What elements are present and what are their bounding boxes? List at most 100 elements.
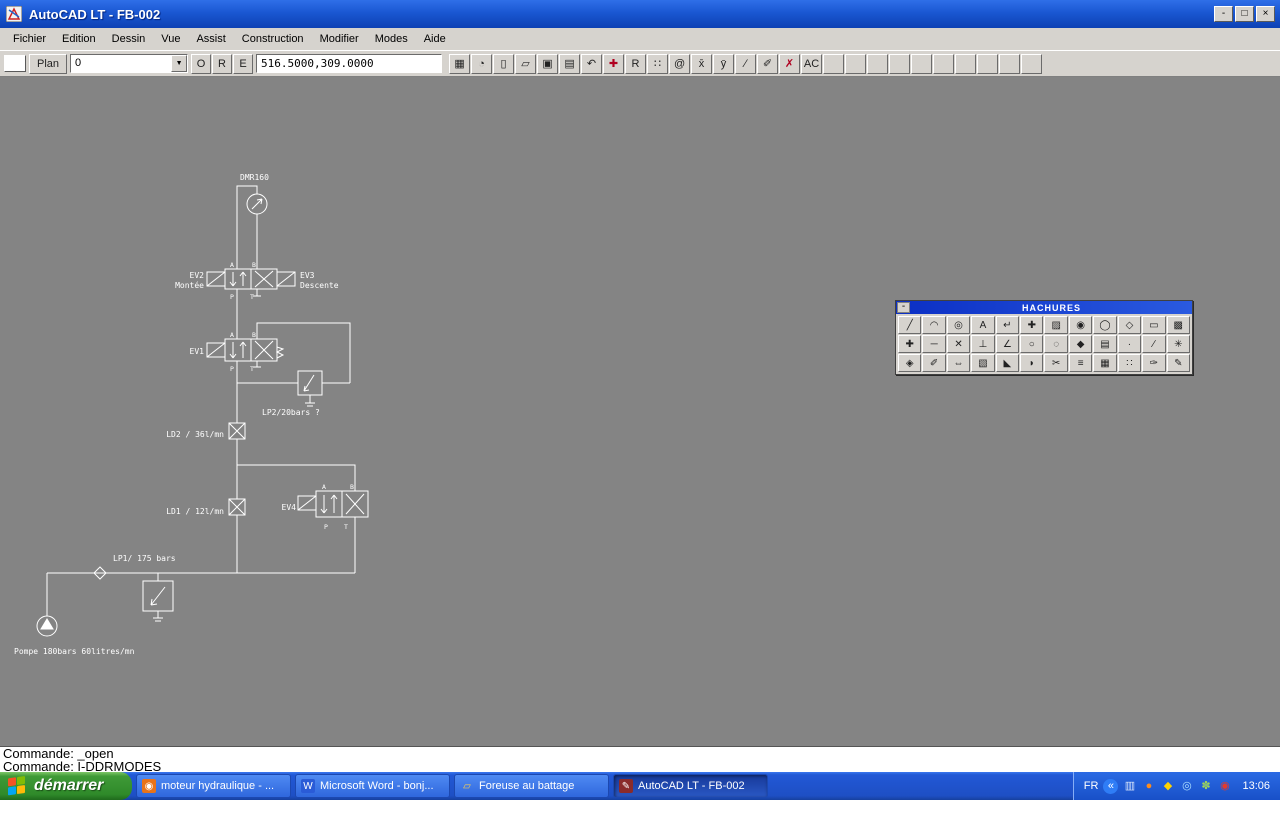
save-icon[interactable]: ▣ — [537, 53, 559, 74]
line-hatch-icon[interactable]: ╱ — [898, 316, 922, 334]
donut-icon[interactable]: ◉ — [1068, 316, 1093, 334]
update-tray-icon[interactable]: ◉ — [1217, 779, 1232, 794]
menu-item-vue[interactable]: Vue — [154, 30, 187, 48]
hachures-palette-titlebar[interactable]: - HACHURES — [896, 301, 1192, 314]
list-icon[interactable]: ≡ — [1068, 354, 1093, 372]
zoom-window-icon[interactable]: ✚ — [603, 53, 625, 74]
region-icon[interactable]: ◌ — [1044, 335, 1068, 353]
language-indicator[interactable]: FR — [1084, 780, 1099, 792]
menu-item-construction[interactable]: Construction — [235, 30, 311, 48]
redo-icon[interactable]: R — [625, 53, 647, 74]
aerial-view-icon[interactable]: ▦ — [449, 53, 471, 74]
grid-snap-icon[interactable]: ∷ — [647, 53, 669, 74]
current-color-swatch[interactable] — [4, 55, 26, 72]
toolbar-empty-slot[interactable] — [999, 53, 1021, 74]
menu-item-edition[interactable]: Edition — [55, 30, 103, 48]
toolbar-empty-slot[interactable] — [889, 53, 911, 74]
new-drawing-icon[interactable]: ▯ — [493, 53, 515, 74]
command-line-area[interactable]: Commande: _open Commande: I-DDRMODES — [0, 746, 1280, 772]
mode-button-r[interactable]: R — [212, 53, 233, 74]
erase-icon[interactable]: ✗ — [779, 53, 801, 74]
display-tray-icon[interactable]: ▥ — [1122, 779, 1137, 794]
x-filter-icon[interactable]: x̄ — [691, 53, 713, 74]
menu-item-fichier[interactable]: Fichier — [6, 30, 53, 48]
polygon-icon[interactable]: ◇ — [1117, 316, 1142, 334]
pencil-icon[interactable]: ✐ — [757, 53, 779, 74]
edit-icon[interactable]: ✎ — [1166, 354, 1190, 372]
angle-tool-icon[interactable]: ∠ — [995, 335, 1020, 353]
taskbar-task-foreuse-au-battage[interactable]: ▱ Foreuse au battage — [454, 774, 609, 798]
solid-hatch-icon[interactable]: ▨ — [1044, 316, 1068, 334]
rectangle-icon[interactable]: ▭ — [1142, 316, 1166, 334]
messenger-tray-icon[interactable]: ◎ — [1179, 779, 1194, 794]
circle-hatch-icon[interactable]: ◎ — [946, 316, 971, 334]
dot-icon[interactable]: · — [1117, 335, 1142, 353]
toolbar-empty-slot[interactable] — [823, 53, 845, 74]
menu-item-dessin[interactable]: Dessin — [105, 30, 153, 48]
horizontal-line-icon[interactable]: ─ — [922, 335, 946, 353]
window-titlebar[interactable]: AutoCAD LT - FB-002 - □ × — [0, 0, 1280, 28]
toolbar-empty-slot[interactable] — [933, 53, 955, 74]
toolbar-empty-slot[interactable] — [867, 53, 889, 74]
oval-icon[interactable]: ◗ — [1020, 354, 1044, 372]
plus-icon[interactable]: ✚ — [898, 335, 922, 353]
eraser-icon[interactable]: ✐ — [922, 354, 946, 372]
print-icon[interactable]: ▤ — [559, 53, 581, 74]
y-filter-icon[interactable]: ȳ — [713, 53, 735, 74]
arc-hatch-icon[interactable]: ◠ — [922, 316, 946, 334]
menu-item-assist[interactable]: Assist — [189, 30, 232, 48]
open-drawing-icon[interactable]: ▱ — [515, 53, 537, 74]
dropdown-arrow-icon[interactable]: ▼ — [171, 55, 188, 72]
menu-item-aide[interactable]: Aide — [417, 30, 453, 48]
taskbar-task-microsoft-word-bonj[interactable]: W Microsoft Word - bonj... — [295, 774, 450, 798]
taskbar-task-moteur-hydraulique[interactable]: ◉ moteur hydraulique - ... — [136, 774, 291, 798]
diamond-icon[interactable]: ◆ — [1068, 335, 1093, 353]
angle-icon[interactable]: ∕ — [735, 53, 757, 74]
menu-item-modifier[interactable]: Modifier — [313, 30, 366, 48]
trim-icon[interactable]: ✂ — [1044, 354, 1068, 372]
redraw-icon[interactable]: ◔ — [471, 53, 493, 74]
chamfer-icon[interactable]: ◣ — [995, 354, 1020, 372]
at-coordinate-icon[interactable]: @ — [669, 53, 691, 74]
network-tray-icon[interactable]: ● — [1141, 779, 1156, 794]
menu-item-modes[interactable]: Modes — [368, 30, 415, 48]
undo-icon[interactable]: ↶ — [581, 53, 603, 74]
volume-tray-icon[interactable]: ✽ — [1198, 779, 1213, 794]
star-icon[interactable]: ✳ — [1166, 335, 1190, 353]
toolbar-empty-slot[interactable] — [1021, 53, 1043, 74]
toolbar-empty-slot[interactable] — [911, 53, 933, 74]
point-icon[interactable]: ✚ — [1020, 316, 1044, 334]
layers-icon[interactable]: ◈ — [898, 354, 922, 372]
slash-icon[interactable]: ∕ — [1142, 335, 1166, 353]
perpendicular-icon[interactable]: ⊥ — [971, 335, 995, 353]
ellipse-icon[interactable]: ◯ — [1093, 316, 1117, 334]
text-hatch-icon[interactable]: A — [971, 316, 995, 334]
toolbar-empty-slot[interactable] — [955, 53, 977, 74]
dim-box-icon[interactable]: ▤ — [1093, 335, 1117, 353]
cross-icon[interactable]: ✕ — [946, 335, 971, 353]
small-circle-icon[interactable]: ○ — [1020, 335, 1044, 353]
toolbar-empty-slot[interactable] — [845, 53, 867, 74]
layer-dropdown[interactable]: 0 ▼ — [70, 54, 189, 73]
array-icon[interactable]: ∷ — [1117, 354, 1142, 372]
minimize-button[interactable]: - — [1214, 6, 1233, 22]
text-abc-icon[interactable]: AC — [801, 53, 823, 74]
palette-minimize-button[interactable]: - — [897, 302, 910, 313]
start-button[interactable]: démarrer — [0, 772, 132, 800]
mode-button-e[interactable]: E — [233, 53, 254, 74]
close-button[interactable]: × — [1256, 6, 1275, 22]
snap-box-icon[interactable]: ▧ — [971, 354, 995, 372]
mode-button-o[interactable]: O — [191, 53, 212, 74]
grid-box-icon[interactable]: ▦ — [1093, 354, 1117, 372]
toolbar-empty-slot[interactable] — [977, 53, 999, 74]
drawing-canvas[interactable]: DMR160 EV2 Montée EV3 Descente EV1 LP2/2… — [0, 77, 1280, 746]
maximize-button[interactable]: □ — [1235, 6, 1254, 22]
stretch-icon[interactable]: ⇔ — [946, 354, 971, 372]
leader-icon[interactable]: ↵ — [995, 316, 1020, 334]
taskbar-task-autocad-lt-fb-002[interactable]: ✎ AutoCAD LT - FB-002 — [613, 774, 768, 798]
antivirus-tray-icon[interactable]: ◆ — [1160, 779, 1175, 794]
paint-icon[interactable]: ✑ — [1142, 354, 1166, 372]
hide-icons-chevron-icon[interactable]: « — [1103, 778, 1119, 794]
plan-button[interactable]: Plan — [29, 53, 68, 74]
diagonal-hatch-icon[interactable]: ▩ — [1166, 316, 1190, 334]
